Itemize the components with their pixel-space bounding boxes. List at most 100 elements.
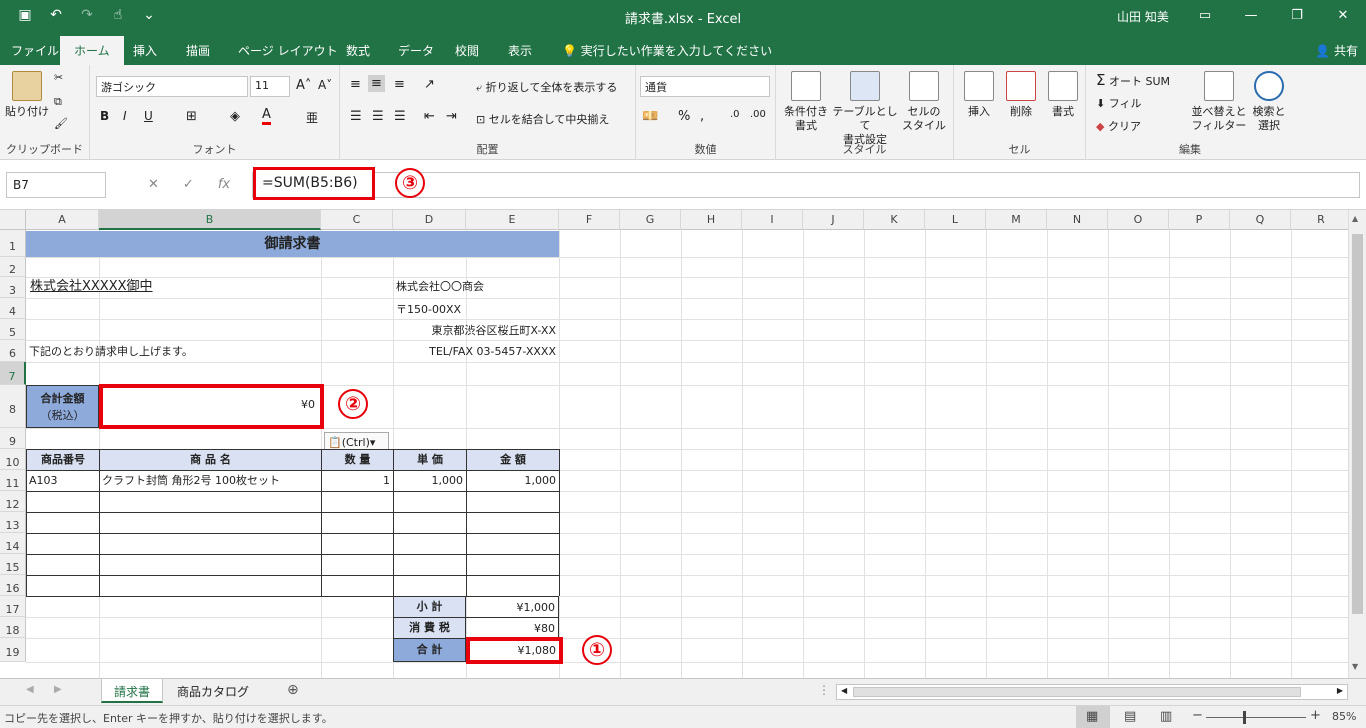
row-header-7[interactable]: 7 bbox=[0, 362, 26, 385]
paste-button[interactable]: 貼り付け bbox=[5, 71, 49, 119]
increase-decimal-icon[interactable]: .0 bbox=[730, 109, 740, 120]
scroll-left-icon[interactable]: ◀ bbox=[841, 686, 847, 695]
row-header-10[interactable]: 10 bbox=[0, 449, 26, 470]
decrease-decimal-icon[interactable]: .00 bbox=[750, 109, 766, 120]
tab-data[interactable]: データ bbox=[398, 42, 434, 59]
column-header-r[interactable]: R bbox=[1291, 210, 1352, 230]
column-header-f[interactable]: F bbox=[559, 210, 620, 230]
align-bottom-icon[interactable]: ≡ bbox=[394, 77, 405, 92]
tab-draw[interactable]: 描画 bbox=[186, 42, 210, 59]
scroll-thumb[interactable] bbox=[1352, 234, 1363, 614]
name-box[interactable]: B7 bbox=[6, 172, 106, 198]
align-middle-icon[interactable]: ≡ bbox=[368, 75, 385, 92]
scroll-right-icon[interactable]: ▶ bbox=[1337, 686, 1343, 695]
row-header-17[interactable]: 17 bbox=[0, 596, 26, 617]
tab-home[interactable]: ホーム bbox=[60, 36, 124, 65]
border-icon[interactable]: ⊞ bbox=[186, 109, 197, 124]
font-size-select[interactable]: 11 bbox=[250, 76, 290, 97]
autosum-button[interactable]: Σ オート SUM bbox=[1096, 71, 1170, 89]
minimize-icon[interactable]: — bbox=[1228, 0, 1274, 33]
zoom-level[interactable]: 85% bbox=[1332, 710, 1356, 723]
normal-view-icon[interactable]: ▦ bbox=[1086, 709, 1098, 724]
column-header-q[interactable]: Q bbox=[1230, 210, 1291, 230]
prev-sheet-icon[interactable]: ◀ bbox=[26, 684, 34, 695]
tab-file[interactable]: ファイル bbox=[11, 42, 59, 59]
row-header-3[interactable]: 3 bbox=[0, 277, 26, 298]
align-center-icon[interactable]: ☰ bbox=[372, 109, 384, 124]
select-all-corner[interactable] bbox=[0, 210, 26, 230]
column-header-b[interactable]: B bbox=[99, 210, 321, 230]
conditional-format-button[interactable]: 条件付き 書式 bbox=[780, 71, 832, 133]
tab-formulas[interactable]: 数式 bbox=[346, 42, 370, 59]
font-color-icon[interactable]: A bbox=[262, 107, 271, 125]
insert-function-icon[interactable]: fx bbox=[218, 177, 230, 192]
fill-color-icon[interactable]: ◈ bbox=[230, 109, 240, 124]
zoom-in-icon[interactable]: + bbox=[1310, 708, 1321, 723]
clear-button[interactable]: ◆ クリア bbox=[1096, 118, 1141, 134]
align-left-icon[interactable]: ☰ bbox=[350, 109, 362, 124]
tab-splitter-icon[interactable]: ⋮ bbox=[818, 683, 830, 697]
decrease-indent-icon[interactable]: ⇤ bbox=[424, 109, 435, 124]
row-header-5[interactable]: 5 bbox=[0, 319, 26, 340]
page-break-view-icon[interactable]: ▥ bbox=[1160, 709, 1172, 724]
row-header-1[interactable]: 1 bbox=[0, 230, 26, 257]
fill-button[interactable]: ⬇ フィル bbox=[1096, 95, 1142, 111]
number-format-select[interactable]: 通貨 bbox=[640, 76, 770, 97]
horizontal-scrollbar[interactable]: ◀ ▶ bbox=[836, 684, 1348, 700]
sum-value[interactable]: ¥1,080 bbox=[466, 637, 563, 664]
sheet-tab-catalog[interactable]: 商品カタログ bbox=[165, 679, 261, 703]
row-header-16[interactable]: 16 bbox=[0, 575, 26, 596]
format-cells-button[interactable]: 書式 bbox=[1042, 71, 1084, 119]
zoom-slider-thumb[interactable] bbox=[1243, 711, 1246, 724]
comma-icon[interactable]: , bbox=[700, 109, 704, 124]
insert-cells-button[interactable]: 挿入 bbox=[958, 71, 1000, 119]
cut-icon[interactable]: ✂ bbox=[54, 71, 63, 84]
hscroll-thumb[interactable] bbox=[853, 687, 1301, 697]
next-sheet-icon[interactable]: ▶ bbox=[54, 684, 62, 695]
row-header-8[interactable]: 8 bbox=[0, 385, 26, 428]
underline-icon[interactable]: U bbox=[144, 109, 153, 123]
row-header-11[interactable]: 11 bbox=[0, 470, 26, 491]
shrink-font-icon[interactable]: A˅ bbox=[318, 78, 332, 92]
delete-cells-button[interactable]: 削除 bbox=[1000, 71, 1042, 119]
zoom-slider[interactable] bbox=[1206, 717, 1306, 718]
add-sheet-icon[interactable]: ⊕ bbox=[287, 682, 299, 698]
page-layout-view-icon[interactable]: ▤ bbox=[1124, 709, 1136, 724]
column-header-l[interactable]: L bbox=[925, 210, 986, 230]
tab-insert[interactable]: 挿入 bbox=[133, 42, 157, 59]
percent-icon[interactable]: % bbox=[678, 109, 690, 124]
row-header-2[interactable]: 2 bbox=[0, 257, 26, 277]
cell-styles-button[interactable]: セルの スタイル bbox=[898, 71, 950, 133]
sort-filter-button[interactable]: 並べ替えと フィルター bbox=[1190, 71, 1248, 133]
wrap-text-button[interactable]: ⤶ 折り返して全体を表示する bbox=[476, 79, 617, 95]
font-name-select[interactable]: 游ゴシック bbox=[96, 76, 248, 97]
scroll-up-icon[interactable]: ▲ bbox=[1352, 214, 1358, 223]
increase-indent-icon[interactable]: ⇥ bbox=[446, 109, 457, 124]
row-header-18[interactable]: 18 bbox=[0, 617, 26, 638]
column-header-i[interactable]: I bbox=[742, 210, 803, 230]
user-name[interactable]: 山田 知美 bbox=[1117, 8, 1169, 25]
grow-font-icon[interactable]: A˄ bbox=[296, 78, 311, 93]
row-header-13[interactable]: 13 bbox=[0, 512, 26, 533]
column-header-d[interactable]: D bbox=[393, 210, 466, 230]
column-header-e[interactable]: E bbox=[466, 210, 559, 230]
orientation-icon[interactable]: ↗ bbox=[424, 77, 435, 92]
enter-icon[interactable]: ✓ bbox=[183, 177, 194, 192]
worksheet-grid[interactable]: ABCDEFGHIJKLMNOPQR 1 2 3 4 5 6 7 8 9 10 11 12 13 14 15… bbox=[0, 210, 1366, 678]
close-icon[interactable]: ✕ bbox=[1320, 0, 1366, 33]
row-header-15[interactable]: 15 bbox=[0, 554, 26, 575]
sheet-tab-invoice[interactable]: 請求書 bbox=[101, 679, 164, 703]
column-header-a[interactable]: A bbox=[26, 210, 99, 230]
row-header-4[interactable]: 4 bbox=[0, 298, 26, 319]
row-header-19[interactable]: 19 bbox=[0, 638, 26, 662]
phonetic-icon[interactable]: 亜 bbox=[306, 109, 318, 126]
total-value[interactable]: ¥0 bbox=[99, 384, 324, 429]
copy-icon[interactable]: ⧉ bbox=[54, 95, 62, 109]
find-select-button[interactable]: 検索と 選択 bbox=[1248, 71, 1290, 133]
column-header-c[interactable]: C bbox=[321, 210, 393, 230]
accounting-format-icon[interactable]: 💴 bbox=[642, 109, 658, 124]
column-header-h[interactable]: H bbox=[681, 210, 742, 230]
zoom-out-icon[interactable]: − bbox=[1192, 708, 1203, 723]
row-header-12[interactable]: 12 bbox=[0, 491, 26, 512]
share-button[interactable]: 👤 共有 bbox=[1315, 42, 1358, 59]
